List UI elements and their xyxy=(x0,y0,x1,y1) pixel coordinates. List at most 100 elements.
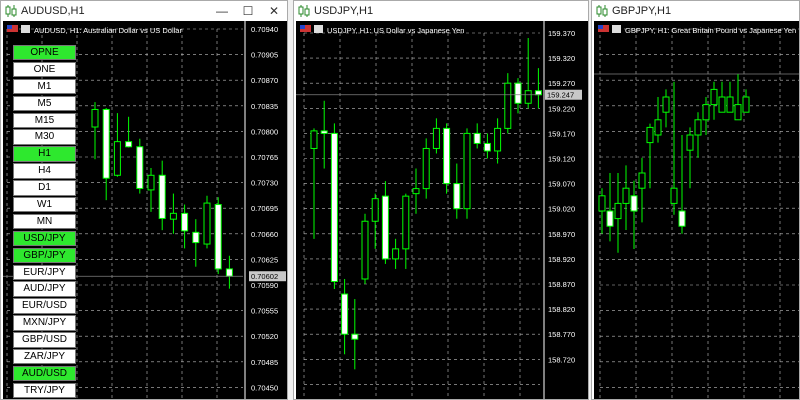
candle-body xyxy=(638,172,646,189)
panel-button-h1[interactable]: H1 xyxy=(13,146,76,162)
chart-info-header: USDJPY, H1: US Dollar vs Japanese Yen xyxy=(300,25,464,35)
price-axis-label: 159.270 xyxy=(548,79,575,88)
candle-body xyxy=(310,130,318,149)
price-axis-label: 159.170 xyxy=(548,129,575,138)
price-axis-label: 0.70800 xyxy=(251,127,278,136)
candle-body xyxy=(524,90,532,104)
price-axis-label: 158.720 xyxy=(548,355,575,364)
price-axis-label: 0.70590 xyxy=(251,281,278,290)
window-title: AUDUSD,H1 xyxy=(21,5,85,17)
window-titlebar[interactable]: GBPJPY,H1 xyxy=(592,1,799,21)
candle-body xyxy=(341,293,349,335)
candle-body xyxy=(181,212,189,232)
candle-body xyxy=(678,210,686,227)
price-axis-label: 159.220 xyxy=(548,104,575,113)
panel-button-h4[interactable]: H4 xyxy=(13,163,76,179)
candle-body xyxy=(622,187,630,204)
flag-icon-canton xyxy=(598,25,603,29)
panel-button-gbp-usd[interactable]: GBP/USD xyxy=(13,332,76,348)
price-chart[interactable]: USDJPY, H1: US Dollar vs Japanese Yen 159… xyxy=(296,21,588,399)
price-axis-label: 0.70660 xyxy=(251,230,278,239)
chart-canvas: GBPJPY, H1: Great Britain Pound vs Japan… xyxy=(594,25,799,399)
price-axis-label: 0.70555 xyxy=(251,307,278,316)
price-axis-label: 159.370 xyxy=(548,29,575,38)
candle-body xyxy=(351,333,359,340)
candle-body xyxy=(710,88,718,106)
candle-body xyxy=(646,126,654,144)
price-axis-label: 0.70905 xyxy=(251,51,278,60)
candlestick-icon xyxy=(5,4,17,18)
window-title: GBPJPY,H1 xyxy=(612,5,672,17)
candle-body xyxy=(392,248,400,260)
panel-button-try-jpy[interactable]: TRY/JPY xyxy=(13,382,76,399)
price-axis-label: 0.70730 xyxy=(251,179,278,188)
candle-body xyxy=(630,195,638,212)
candlestick-icon xyxy=(596,4,608,18)
panel-button-m15[interactable]: M15 xyxy=(13,112,76,128)
flag-icon-canton xyxy=(7,25,12,29)
candle-body xyxy=(694,119,702,136)
price-axis-label: 0.70835 xyxy=(251,102,278,111)
candle-body xyxy=(473,132,481,144)
price-axis-label: 0.70485 xyxy=(251,358,278,367)
panel-button-mxn-jpy[interactable]: MXN/JPY xyxy=(13,315,76,331)
panel-button-mn[interactable]: MN xyxy=(13,213,76,230)
panel-button-gbp-jpy[interactable]: GBP/JPY xyxy=(13,247,76,264)
price-axis-label: 0.70870 xyxy=(251,76,278,85)
timeframe-symbol-panel: OPNE ONE M1 M5 M15 M30 H1 H4 D1 W1 MN USD/JPY GBP/JP… xyxy=(13,45,76,399)
chart-info-header: AUDUSD, H1: Australian Dollar vs US Doll… xyxy=(7,25,182,35)
candle-body xyxy=(702,104,710,121)
candle-body xyxy=(214,204,222,270)
close-button[interactable]: ✕ xyxy=(261,4,287,18)
current-price-label: 0.70602 xyxy=(251,272,278,281)
panel-button-w1[interactable]: W1 xyxy=(13,197,76,213)
price-chart[interactable]: GBPJPY, H1: Great Britain Pound vs Japan… xyxy=(594,21,799,399)
candle-body xyxy=(443,127,451,185)
minimize-button[interactable]: — xyxy=(209,4,235,18)
panel-button-zar-jpy[interactable]: ZAR/JPY xyxy=(13,349,76,365)
panel-button-m5[interactable]: M5 xyxy=(13,95,76,112)
chart-info-header: GBPJPY, H1: Great Britain Pound vs Japan… xyxy=(598,25,796,35)
candle-body xyxy=(718,96,726,113)
candle-body xyxy=(169,212,177,220)
candle-body xyxy=(606,210,614,227)
panel-button-opne[interactable]: OPNE xyxy=(13,45,76,61)
price-axis-label: 158.920 xyxy=(548,255,575,264)
candle-body xyxy=(412,188,420,195)
panel-button-eur-usd[interactable]: EUR/USD xyxy=(13,298,76,314)
maximize-button[interactable]: ☐ xyxy=(235,4,261,18)
chart-info-text: USDJPY, H1: US Dollar vs Japanese Yen xyxy=(327,26,464,35)
panel-button-usd-jpy[interactable]: USD/JPY xyxy=(13,230,76,247)
panel-button-aud-jpy[interactable]: AUD/JPY xyxy=(13,281,76,297)
panel-button-eur-jpy[interactable]: EUR/JPY xyxy=(13,264,76,280)
chart-type-icon xyxy=(21,25,30,33)
candle-body xyxy=(91,108,99,128)
flag-icon-canton xyxy=(300,25,305,29)
candle-body xyxy=(726,96,734,113)
window-titlebar[interactable]: AUDUSD,H1 — ☐ ✕ xyxy=(1,1,287,21)
candle-body xyxy=(483,142,491,152)
panel-button-m1[interactable]: M1 xyxy=(13,78,76,95)
candle-body xyxy=(136,146,144,189)
candle-body xyxy=(432,127,440,149)
price-axis-label: 0.70520 xyxy=(251,332,278,341)
current-price-label: 159.247 xyxy=(547,91,574,100)
price-axis-label: 159.120 xyxy=(548,155,575,164)
candle-body xyxy=(113,141,121,176)
candle-body xyxy=(158,174,166,219)
price-axis-label: 158.820 xyxy=(548,305,575,314)
chart-info-text: AUDUSD, H1: Australian Dollar vs US Doll… xyxy=(34,26,182,35)
candle-body xyxy=(402,195,410,250)
window-titlebar[interactable]: USDJPY,H1 xyxy=(294,1,588,21)
panel-button-d1[interactable]: D1 xyxy=(13,180,76,196)
panel-button-m30[interactable]: M30 xyxy=(13,129,76,145)
candle-body xyxy=(192,231,200,244)
chart-window-audusd: AUDUSD,H1 — ☐ ✕ AUDUSD, H1: Australian D… xyxy=(0,0,288,400)
panel-button-aud-usd[interactable]: AUD/USD xyxy=(13,365,76,382)
price-axis-label: 158.870 xyxy=(548,280,575,289)
candle-body xyxy=(504,82,512,129)
candlestick-icon xyxy=(298,4,310,18)
price-chart[interactable]: AUDUSD, H1: Australian Dollar vs US Doll… xyxy=(3,21,287,399)
panel-button-one[interactable]: ONE xyxy=(13,61,76,78)
candle-body xyxy=(494,127,502,152)
